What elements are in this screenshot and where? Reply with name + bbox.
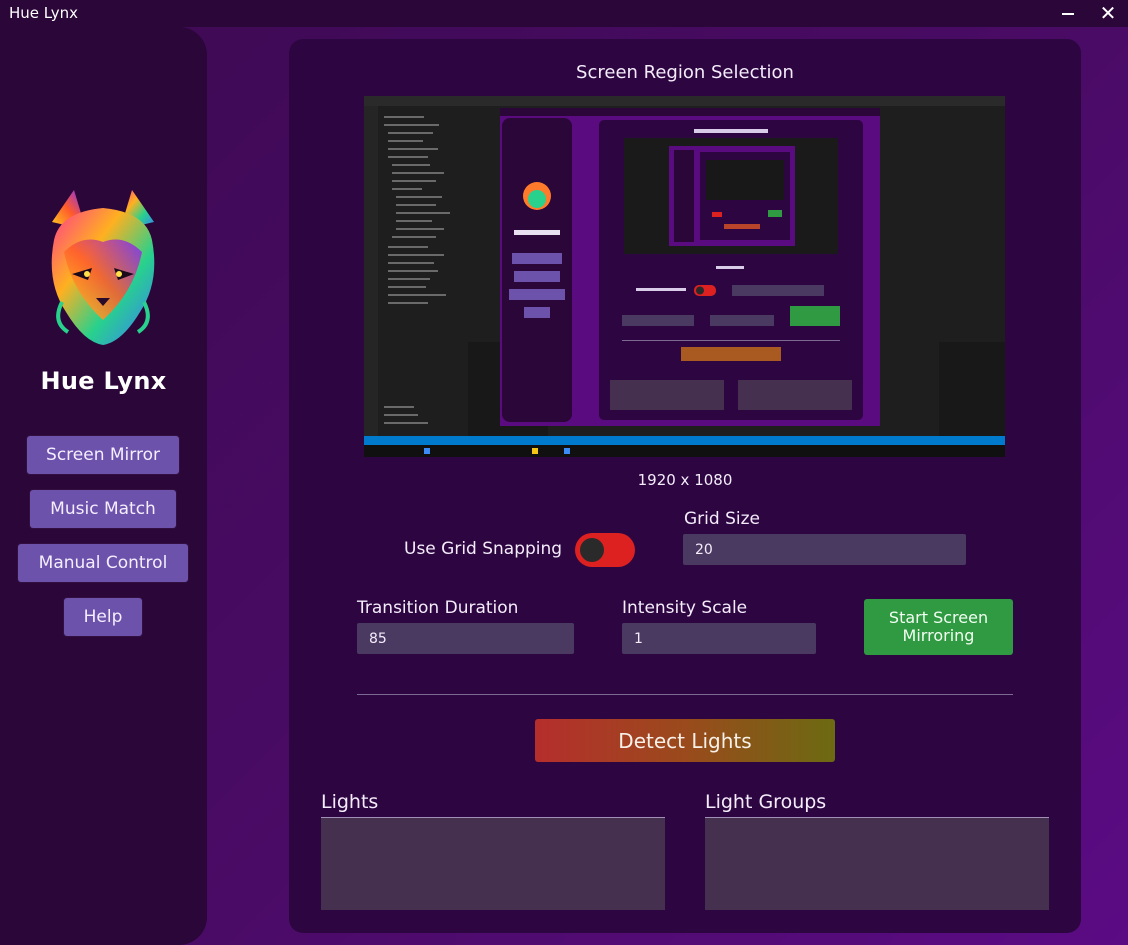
transition-duration-label: Transition Duration: [357, 598, 519, 618]
toggle-knob: [580, 538, 604, 562]
screen-mirror-button[interactable]: Screen Mirror: [27, 436, 179, 474]
light-groups-title: Light Groups: [705, 791, 827, 813]
section-divider: [357, 694, 1013, 695]
screen-preview-image: [364, 96, 1005, 457]
help-button[interactable]: Help: [64, 598, 142, 636]
lights-list[interactable]: [321, 818, 665, 910]
intensity-scale-label: Intensity Scale: [622, 598, 748, 618]
intensity-scale-input[interactable]: [622, 623, 816, 654]
window-titlebar: Hue Lynx ✕: [0, 0, 1128, 27]
detect-lights-button[interactable]: Detect Lights: [535, 719, 835, 762]
app-name: Hue Lynx: [40, 367, 167, 395]
manual-control-button[interactable]: Manual Control: [18, 544, 188, 582]
resolution-text: 1920 x 1080: [637, 471, 733, 489]
grid-size-label: Grid Size: [684, 509, 760, 529]
close-icon: ✕: [1099, 1, 1117, 25]
lynx-logo: [51, 190, 155, 345]
minimize-button[interactable]: [1048, 0, 1088, 27]
lights-title: Lights: [321, 791, 379, 813]
sidebar: Hue Lynx Screen Mirror Music Match Manua…: [0, 27, 207, 945]
section-title: Screen Region Selection: [576, 62, 794, 83]
grid-snapping-label: Use Grid Snapping: [404, 539, 563, 559]
window-title: Hue Lynx: [9, 4, 79, 22]
grid-snapping-toggle[interactable]: [575, 533, 635, 567]
screen-preview[interactable]: [364, 96, 1005, 457]
transition-duration-input[interactable]: [357, 623, 574, 654]
light-groups-list[interactable]: [705, 818, 1049, 910]
start-mirroring-button[interactable]: Start Screen Mirroring: [864, 599, 1013, 655]
grid-size-input[interactable]: [683, 534, 966, 565]
music-match-button[interactable]: Music Match: [30, 490, 176, 528]
close-button[interactable]: ✕: [1088, 0, 1128, 27]
minimize-icon: [1062, 12, 1074, 15]
